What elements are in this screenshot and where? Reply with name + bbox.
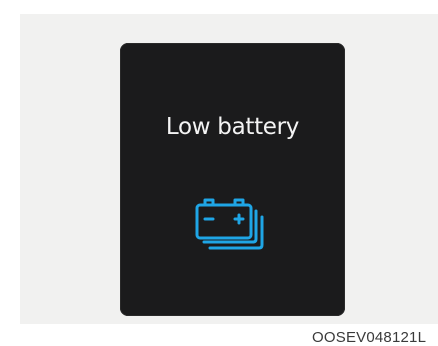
warning-message: Low battery xyxy=(165,114,300,140)
cluster-display: Low battery xyxy=(120,43,345,316)
figure-caption: OOSEV048121L xyxy=(312,329,427,346)
battery-warning-icon xyxy=(192,195,274,255)
